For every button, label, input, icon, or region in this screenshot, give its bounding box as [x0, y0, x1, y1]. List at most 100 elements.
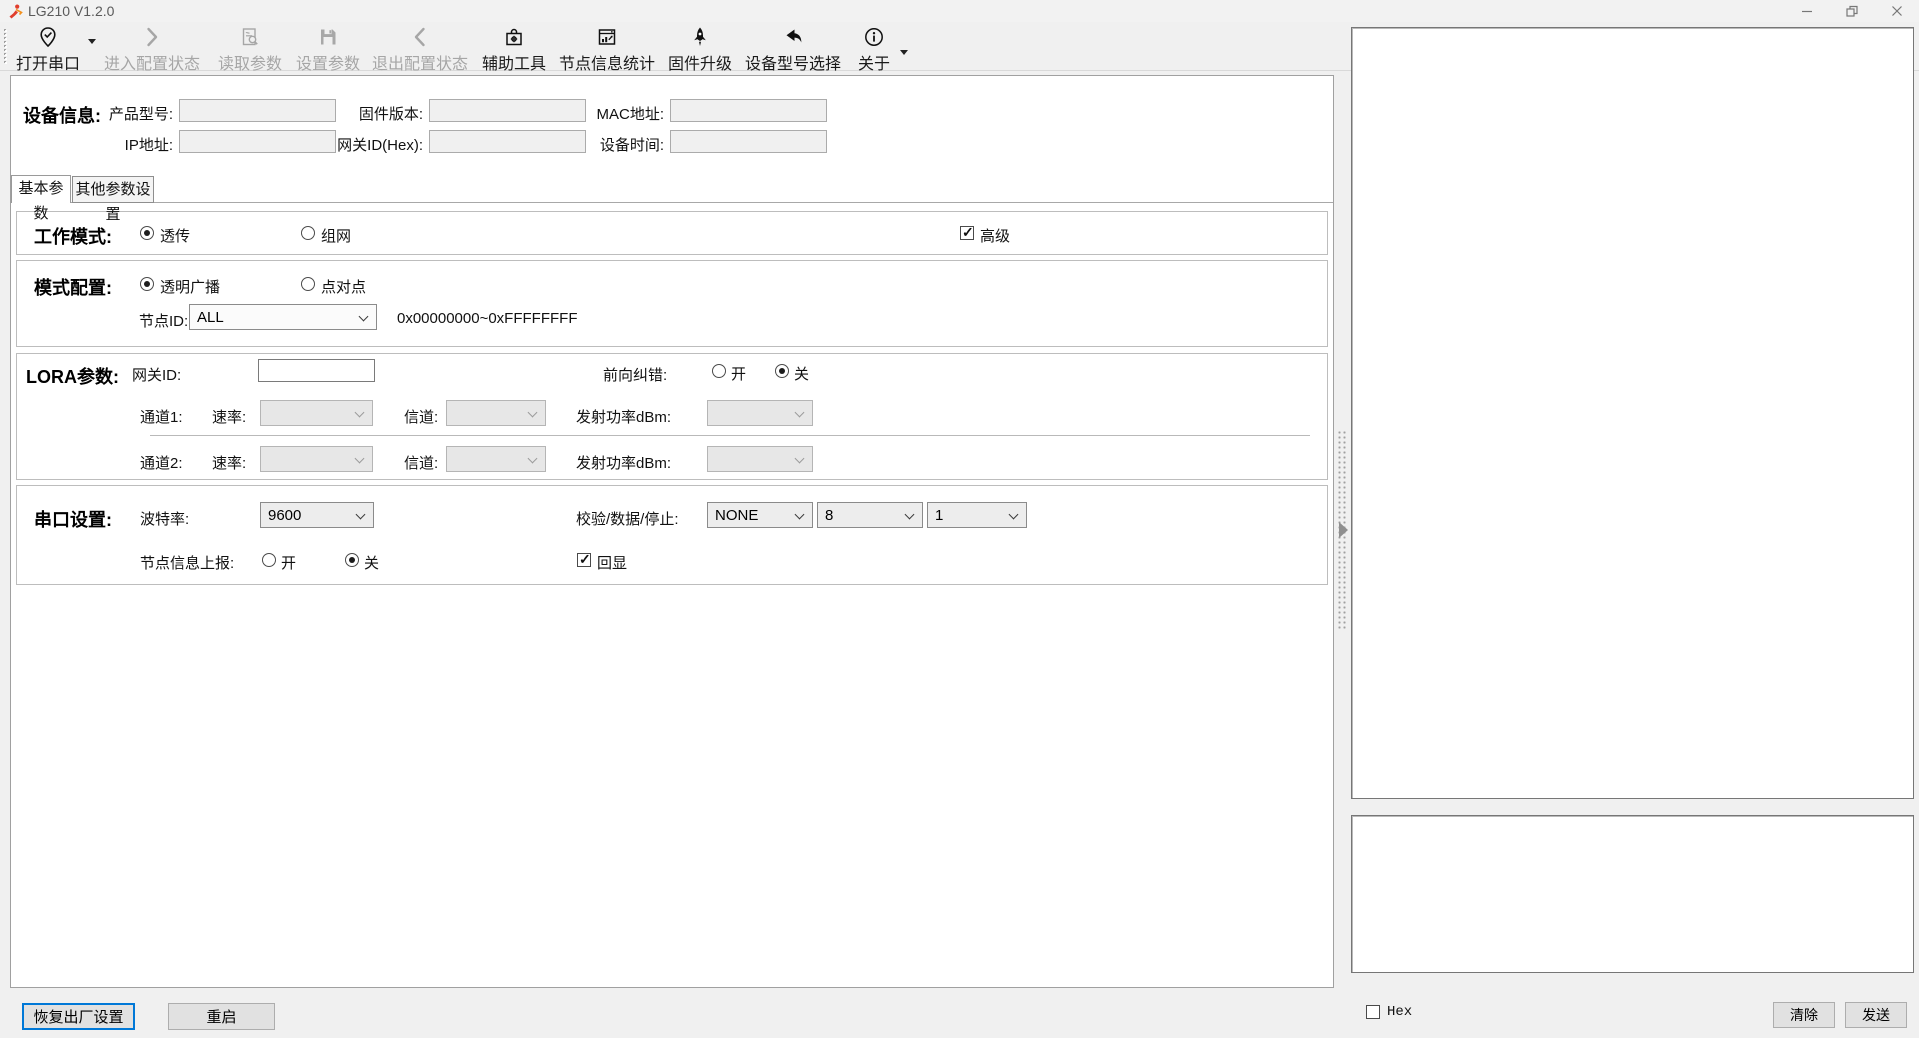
node-report-off-radio[interactable]: [345, 553, 359, 567]
toolbar-label: 设置参数: [292, 50, 364, 74]
open-serial-dropdown-caret-icon[interactable]: [88, 39, 96, 44]
send-button[interactable]: 发送: [1845, 1002, 1907, 1028]
toolbar-model-select-button[interactable]: 设备型号选择: [738, 26, 848, 74]
data-bits-value: 8: [825, 507, 833, 524]
app-logo-icon: [8, 4, 23, 19]
chevron-right-icon: [141, 26, 163, 48]
mac-address-field[interactable]: [670, 99, 827, 122]
channel2-label: 通道2:: [140, 452, 183, 473]
stop-bits-value: 1: [935, 507, 943, 524]
minimize-button[interactable]: [1784, 0, 1829, 22]
work-mode-network-radio[interactable]: [301, 226, 315, 240]
framing-label: 校验/数据/停止:: [576, 508, 679, 529]
chevron-down-icon: [528, 408, 538, 418]
title-bar: LG210 V1.2.0: [0, 0, 1919, 22]
node-report-on-radio[interactable]: [262, 553, 276, 567]
chevron-down-icon: [1009, 510, 1019, 520]
main-panel: 设备信息: 产品型号: 固件版本: MAC地址: IP地址: 网关ID(Hex)…: [10, 75, 1334, 988]
data-bits-dropdown[interactable]: 8: [817, 502, 923, 528]
channel2-power-label: 发射功率dBm:: [576, 452, 671, 473]
channel1-channel-dropdown[interactable]: [446, 400, 546, 426]
chevron-down-icon: [795, 510, 805, 520]
hex-label: Hex: [1387, 1004, 1412, 1020]
tab-basic-params[interactable]: 基本参数: [11, 175, 71, 203]
node-id-label: 节点ID:: [139, 310, 188, 331]
channel1-power-dropdown[interactable]: [707, 400, 813, 426]
toolbar-set-params-button[interactable]: 设置参数: [292, 26, 364, 74]
channel2-power-dropdown[interactable]: [707, 446, 813, 472]
clear-button[interactable]: 清除: [1773, 1002, 1835, 1028]
send-input-panel[interactable]: [1351, 815, 1914, 973]
app-window: LG210 V1.2.0 打开串口: [0, 0, 1919, 1038]
baud-rate-dropdown[interactable]: 9600: [260, 502, 374, 528]
node-report-on-label: 开: [281, 552, 296, 573]
fec-on-radio[interactable]: [712, 364, 726, 378]
back-arrow-icon: [782, 26, 804, 48]
toolbar-label: 固件升级: [664, 50, 736, 74]
toolbar-aux-tools-button[interactable]: 辅助工具: [478, 26, 550, 74]
advanced-label: 高级: [980, 225, 1010, 246]
mode-broadcast-radio[interactable]: [140, 277, 154, 291]
work-mode-transparent-radio[interactable]: [140, 226, 154, 240]
baud-rate-value: 9600: [268, 507, 301, 524]
stop-bits-dropdown[interactable]: 1: [927, 502, 1027, 528]
toolbar-label: 退出配置状态: [368, 50, 472, 74]
splitter-collapse-arrow-icon[interactable]: [1339, 522, 1348, 538]
firmware-version-label: 固件版本:: [301, 103, 423, 124]
window-title: LG210 V1.2.0: [28, 3, 114, 19]
channel2-rate-label: 速率:: [212, 452, 246, 473]
fec-on-label: 开: [731, 363, 746, 384]
toolbar-label: 关于: [852, 50, 896, 74]
rocket-icon: [689, 26, 711, 48]
parity-dropdown[interactable]: NONE: [707, 502, 813, 528]
toolbar-overflow-caret-icon[interactable]: [900, 50, 908, 55]
work-mode-box: 工作模式: 透传 组网 高级: [16, 211, 1328, 255]
chevron-down-icon: [528, 454, 538, 464]
info-circle-icon: [863, 26, 885, 48]
lora-section-label: LORA参数:: [26, 363, 119, 389]
node-id-dropdown[interactable]: ALL: [189, 304, 377, 330]
close-button[interactable]: [1874, 0, 1919, 22]
channel1-rate-label: 速率:: [212, 406, 246, 427]
node-id-value: ALL: [197, 309, 224, 326]
toolbox-gear-icon: [503, 26, 525, 48]
toolbar-open-serial-button[interactable]: 打开串口: [8, 26, 88, 74]
echo-checkbox[interactable]: [577, 553, 591, 567]
advanced-checkbox[interactable]: [960, 226, 974, 240]
toolbar-about-button[interactable]: 关于: [852, 26, 896, 74]
restart-button[interactable]: 重启: [168, 1003, 275, 1030]
hex-checkbox[interactable]: [1366, 1005, 1380, 1019]
chevron-down-icon: [356, 510, 366, 520]
toolbar-node-stats-button[interactable]: 节点信息统计: [552, 26, 662, 74]
toolbar-grip[interactable]: [3, 28, 7, 64]
mode-p2p-radio[interactable]: [301, 277, 315, 291]
device-time-label: 设备时间:: [541, 134, 664, 155]
chevron-down-icon: [355, 454, 365, 464]
channel2-channel-dropdown[interactable]: [446, 446, 546, 472]
mode-config-section-label: 模式配置:: [34, 274, 112, 300]
toolbar-read-params-button[interactable]: 读取参数: [214, 26, 286, 74]
save-floppy-icon: [317, 26, 339, 48]
toolbar-label: 辅助工具: [478, 50, 550, 74]
lora-gateway-id-field[interactable]: [258, 359, 375, 382]
baud-rate-label: 波特率:: [140, 508, 189, 529]
fec-off-radio[interactable]: [775, 364, 789, 378]
tab-page-divider: [11, 202, 1333, 203]
factory-reset-button[interactable]: 恢复出厂设置: [22, 1003, 135, 1030]
serial-settings-box: 串口设置: 波特率: 9600 校验/数据/停止: NONE 8 1 节点信息上…: [16, 485, 1328, 585]
restore-button[interactable]: [1829, 0, 1874, 22]
channel2-rate-dropdown[interactable]: [260, 446, 373, 472]
chevron-down-icon: [359, 312, 369, 322]
receive-log-panel[interactable]: [1351, 27, 1914, 799]
toolbar-exit-config-button[interactable]: 退出配置状态: [368, 26, 472, 74]
device-time-field[interactable]: [670, 130, 827, 153]
toolbar-firmware-upgrade-button[interactable]: 固件升级: [664, 26, 736, 74]
toolbar-label: 读取参数: [214, 50, 286, 74]
node-report-label: 节点信息上报:: [140, 552, 234, 573]
channel1-rate-dropdown[interactable]: [260, 400, 373, 426]
work-mode-transparent-label: 透传: [160, 225, 190, 246]
tab-other-params[interactable]: 其他参数设置: [72, 176, 154, 203]
chevron-down-icon: [905, 510, 915, 520]
toolbar-label: 打开串口: [8, 50, 88, 74]
toolbar-enter-config-button[interactable]: 进入配置状态: [100, 26, 204, 74]
